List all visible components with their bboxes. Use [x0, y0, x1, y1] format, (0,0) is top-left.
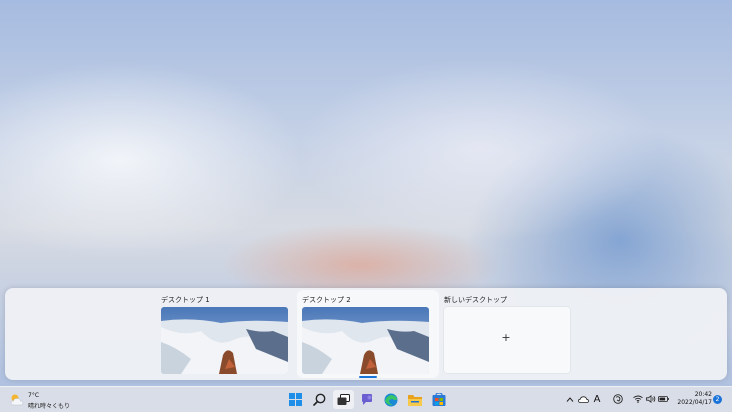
weather-condition: 晴れ時々くもり — [28, 403, 71, 410]
desktop-1[interactable]: デスクトップ 1 — [160, 288, 290, 380]
active-desktop-indicator — [359, 376, 377, 378]
new-desktop-button[interactable]: + — [444, 307, 570, 373]
task-view-icon[interactable] — [333, 390, 354, 409]
search-icon[interactable] — [310, 390, 329, 409]
desktop-1-label: デスクトップ 1 — [161, 296, 210, 304]
file-explorer-icon[interactable] — [405, 390, 424, 409]
battery-icon[interactable] — [657, 392, 669, 406]
virtual-desktop-switcher: デスクトップ 1 デスクトップ 2 新しいデスクトップ + — [5, 288, 727, 380]
clock[interactable]: 20:42 2022/04/17 — [674, 391, 712, 409]
desktop-2[interactable]: デスクトップ 2 — [301, 288, 433, 380]
teams-chat-icon[interactable] — [357, 390, 376, 409]
edge-browser-icon[interactable] — [381, 390, 400, 409]
onedrive-icon[interactable] — [577, 392, 589, 406]
clock-date: 2022/04/17 — [677, 399, 712, 406]
wifi-icon[interactable] — [632, 392, 643, 406]
weather-temperature: 7°C — [28, 392, 40, 399]
windows-start-icon[interactable] — [286, 390, 305, 409]
new-desktop-label: 新しいデスクトップ — [444, 296, 507, 304]
desktop-2-thumbnail[interactable] — [302, 307, 429, 374]
desktop-2-label: デスクトップ 2 — [302, 296, 351, 304]
ime-a-icon[interactable]: A — [592, 392, 602, 406]
new-desktop[interactable]: 新しいデスクトップ + — [443, 288, 573, 380]
notification-badge[interactable]: 2 — [713, 395, 722, 404]
taskbar: 7°C 晴れ時々くもり A 20:42 2022/04/17 2 — [0, 386, 732, 412]
partly-cloudy-icon — [10, 394, 24, 406]
desktop-1-thumbnail[interactable] — [161, 307, 288, 374]
chevron-up-icon[interactable] — [565, 392, 575, 406]
ime-mode-icon[interactable] — [612, 392, 623, 406]
store-icon[interactable] — [429, 390, 448, 409]
volume-icon[interactable] — [645, 392, 656, 406]
plus-icon: + — [501, 331, 511, 344]
clock-time: 20:42 — [694, 391, 712, 398]
weather-widget[interactable]: 7°C 晴れ時々くもり — [9, 390, 79, 410]
